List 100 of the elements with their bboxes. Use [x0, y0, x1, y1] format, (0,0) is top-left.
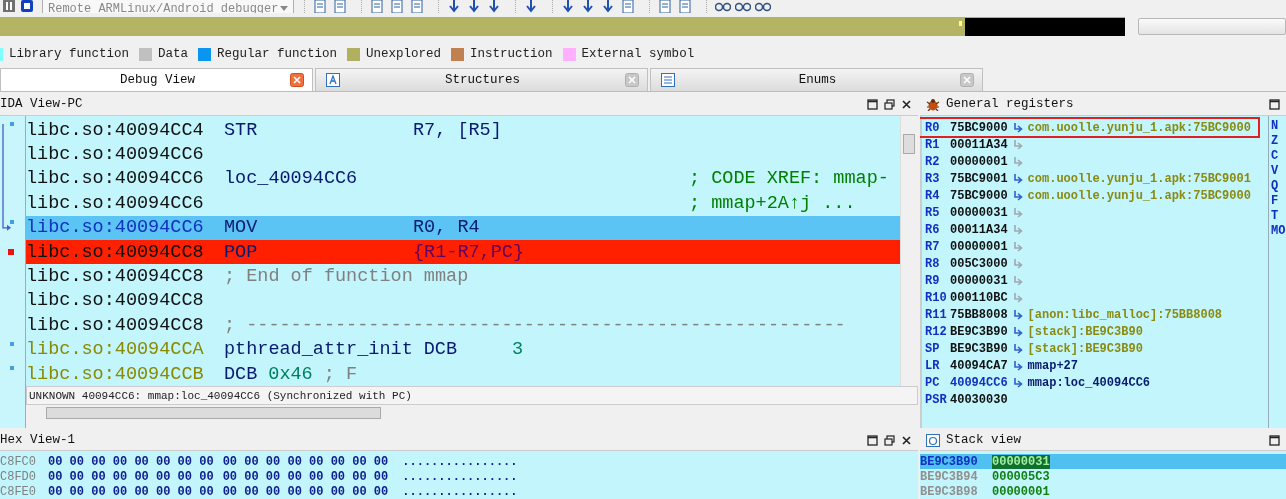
register-name: R1	[925, 137, 941, 152]
register-name: R3	[925, 171, 941, 186]
address: libc.so:40094CC6	[26, 168, 205, 190]
jump-arrow-icon[interactable]	[1012, 343, 1023, 354]
legend-label: Data	[158, 47, 189, 61]
glasses-icon[interactable]	[715, 0, 731, 13]
tab[interactable]: Debug View	[0, 68, 313, 91]
jump-arrow-icon[interactable]	[1012, 190, 1023, 201]
mnemonic: DCB	[224, 363, 258, 385]
register-target[interactable]: [stack]:BE9C3B90	[1027, 341, 1143, 356]
maximize-icon[interactable]	[867, 434, 878, 446]
maximize-icon[interactable]	[1269, 98, 1280, 110]
address: C8FD0	[0, 469, 37, 484]
register-name: R10	[925, 290, 945, 305]
panel-title: IDA View-PC	[0, 97, 83, 111]
close-icon[interactable]	[901, 434, 912, 446]
jump-arrow-icon[interactable]	[1012, 309, 1023, 320]
jump-arrow-icon[interactable]	[1012, 173, 1023, 184]
pause-icon[interactable]	[2, 0, 16, 13]
register-target[interactable]: mmap:loc_40094CC6	[1027, 375, 1151, 390]
operands: R0, R4	[413, 217, 480, 239]
register-name: PC	[925, 375, 941, 390]
stop-icon[interactable]	[20, 0, 34, 13]
ascii-text: ................	[402, 454, 518, 469]
restore-icon[interactable]	[884, 98, 895, 110]
jump-arrow-icon[interactable]	[1012, 326, 1023, 337]
address: libc.so:40094CC8	[26, 266, 205, 288]
register-name: R2	[925, 154, 941, 169]
tab[interactable]: Structures	[315, 68, 648, 91]
address: BE9C3B98	[920, 484, 979, 499]
comment: ; mmap+2A↑j ...	[689, 192, 856, 214]
maximize-icon[interactable]	[1269, 434, 1280, 446]
flag-name: F	[1270, 194, 1280, 209]
register-name: PSR	[925, 392, 945, 407]
register-name: R9	[925, 273, 941, 288]
stack-row[interactable]: BE9C3B94 000005C3	[920, 469, 1286, 484]
comment: ; F	[323, 363, 358, 385]
close-icon[interactable]	[901, 98, 912, 110]
jump-arrow-icon[interactable]	[1012, 122, 1023, 133]
mnemonic: POP	[224, 241, 258, 263]
maximize-icon[interactable]	[867, 98, 878, 110]
address: libc.so:40094CC8	[26, 241, 205, 263]
panel-title: Stack view	[946, 433, 1021, 447]
register-name: R4	[925, 188, 941, 203]
address: libc.so:40094CC6	[26, 217, 205, 239]
ascii-text: ................	[402, 469, 518, 484]
register-name: LR	[925, 358, 941, 373]
hex-bytes: 00 00 00 00 00 00 00 00	[222, 469, 389, 484]
restore-icon[interactable]	[884, 434, 895, 446]
register-target[interactable]: [anon:libc_malloc]:75BB8008	[1027, 307, 1223, 322]
stack-row[interactable]: BE9C3B98 00000001	[920, 484, 1286, 499]
mnemonic: loc_40094CC6	[224, 168, 358, 190]
hex-bytes: 00 00 00 00 00 00 00 00	[222, 484, 389, 499]
flag-name: V	[1270, 164, 1280, 179]
list-icon	[661, 73, 675, 87]
register-name: R12	[925, 324, 945, 339]
jump-arrow-icon[interactable]	[1012, 377, 1023, 388]
symbol-name: pthread_attr_init	[224, 339, 413, 361]
register-value: 75BC9001	[950, 171, 1008, 186]
letter-box-icon	[326, 73, 340, 87]
tab[interactable]: Enums	[650, 68, 983, 91]
address: C8FC0	[0, 454, 37, 469]
flag-name: MO	[1270, 224, 1286, 239]
register-target[interactable]: [stack]:BE9C3B90	[1027, 324, 1143, 339]
register-target[interactable]: mmap+27	[1027, 358, 1079, 373]
input-field[interactable]	[1138, 17, 1286, 35]
register-value: 75BC9000	[950, 120, 1008, 135]
register-value: 005C3000	[950, 256, 1008, 271]
register-name: SP	[925, 341, 941, 356]
register-value: 00011A34	[950, 137, 1008, 152]
jump-arrow-icon[interactable]	[1012, 360, 1023, 371]
legend-label: Unexplored	[366, 47, 442, 61]
operands: 0x46	[268, 363, 313, 385]
register-value: 40030030	[950, 392, 1008, 407]
scrollbar[interactable]	[900, 116, 918, 387]
address: BE9C3B90	[920, 454, 979, 469]
stack-value: 00000031	[992, 454, 1050, 469]
navigation-band[interactable]	[0, 16, 1125, 36]
register-target[interactable]: com.uoolle.yunju_1.apk:75BC9000	[1027, 188, 1251, 203]
register-value: 00011A34	[950, 222, 1008, 237]
breakpoint-icon[interactable]	[8, 248, 14, 255]
operands: {R1-R7,PC}	[413, 241, 525, 263]
window-icon	[926, 433, 940, 447]
register-name: R6	[925, 222, 941, 237]
panel-title: General registers	[946, 97, 1074, 111]
register-target[interactable]: com.uoolle.yunju_1.apk:75BC9001	[1027, 171, 1251, 186]
register-value: 00000001	[950, 154, 1008, 169]
mnemonic: STR	[224, 119, 258, 141]
flag-name: Q	[1270, 179, 1280, 194]
glasses-icon[interactable]	[735, 0, 751, 13]
operands: R7, [R5]	[413, 119, 502, 141]
mnemonic: DCB	[423, 339, 458, 361]
glasses-icon[interactable]	[755, 0, 771, 13]
hex-bytes: 00 00 00 00 00 00 00 00	[48, 484, 214, 499]
selected-row[interactable]: BE9C3B90 00000031	[920, 454, 1286, 469]
operands: 3	[512, 339, 524, 361]
flag-name: N	[1270, 119, 1280, 134]
hex-bytes: 00 00 00 00 00 00 00 00	[222, 454, 389, 469]
register-target[interactable]: com.uoolle.yunju_1.apk:75BC9000	[1027, 120, 1251, 135]
bug-icon	[926, 97, 940, 111]
